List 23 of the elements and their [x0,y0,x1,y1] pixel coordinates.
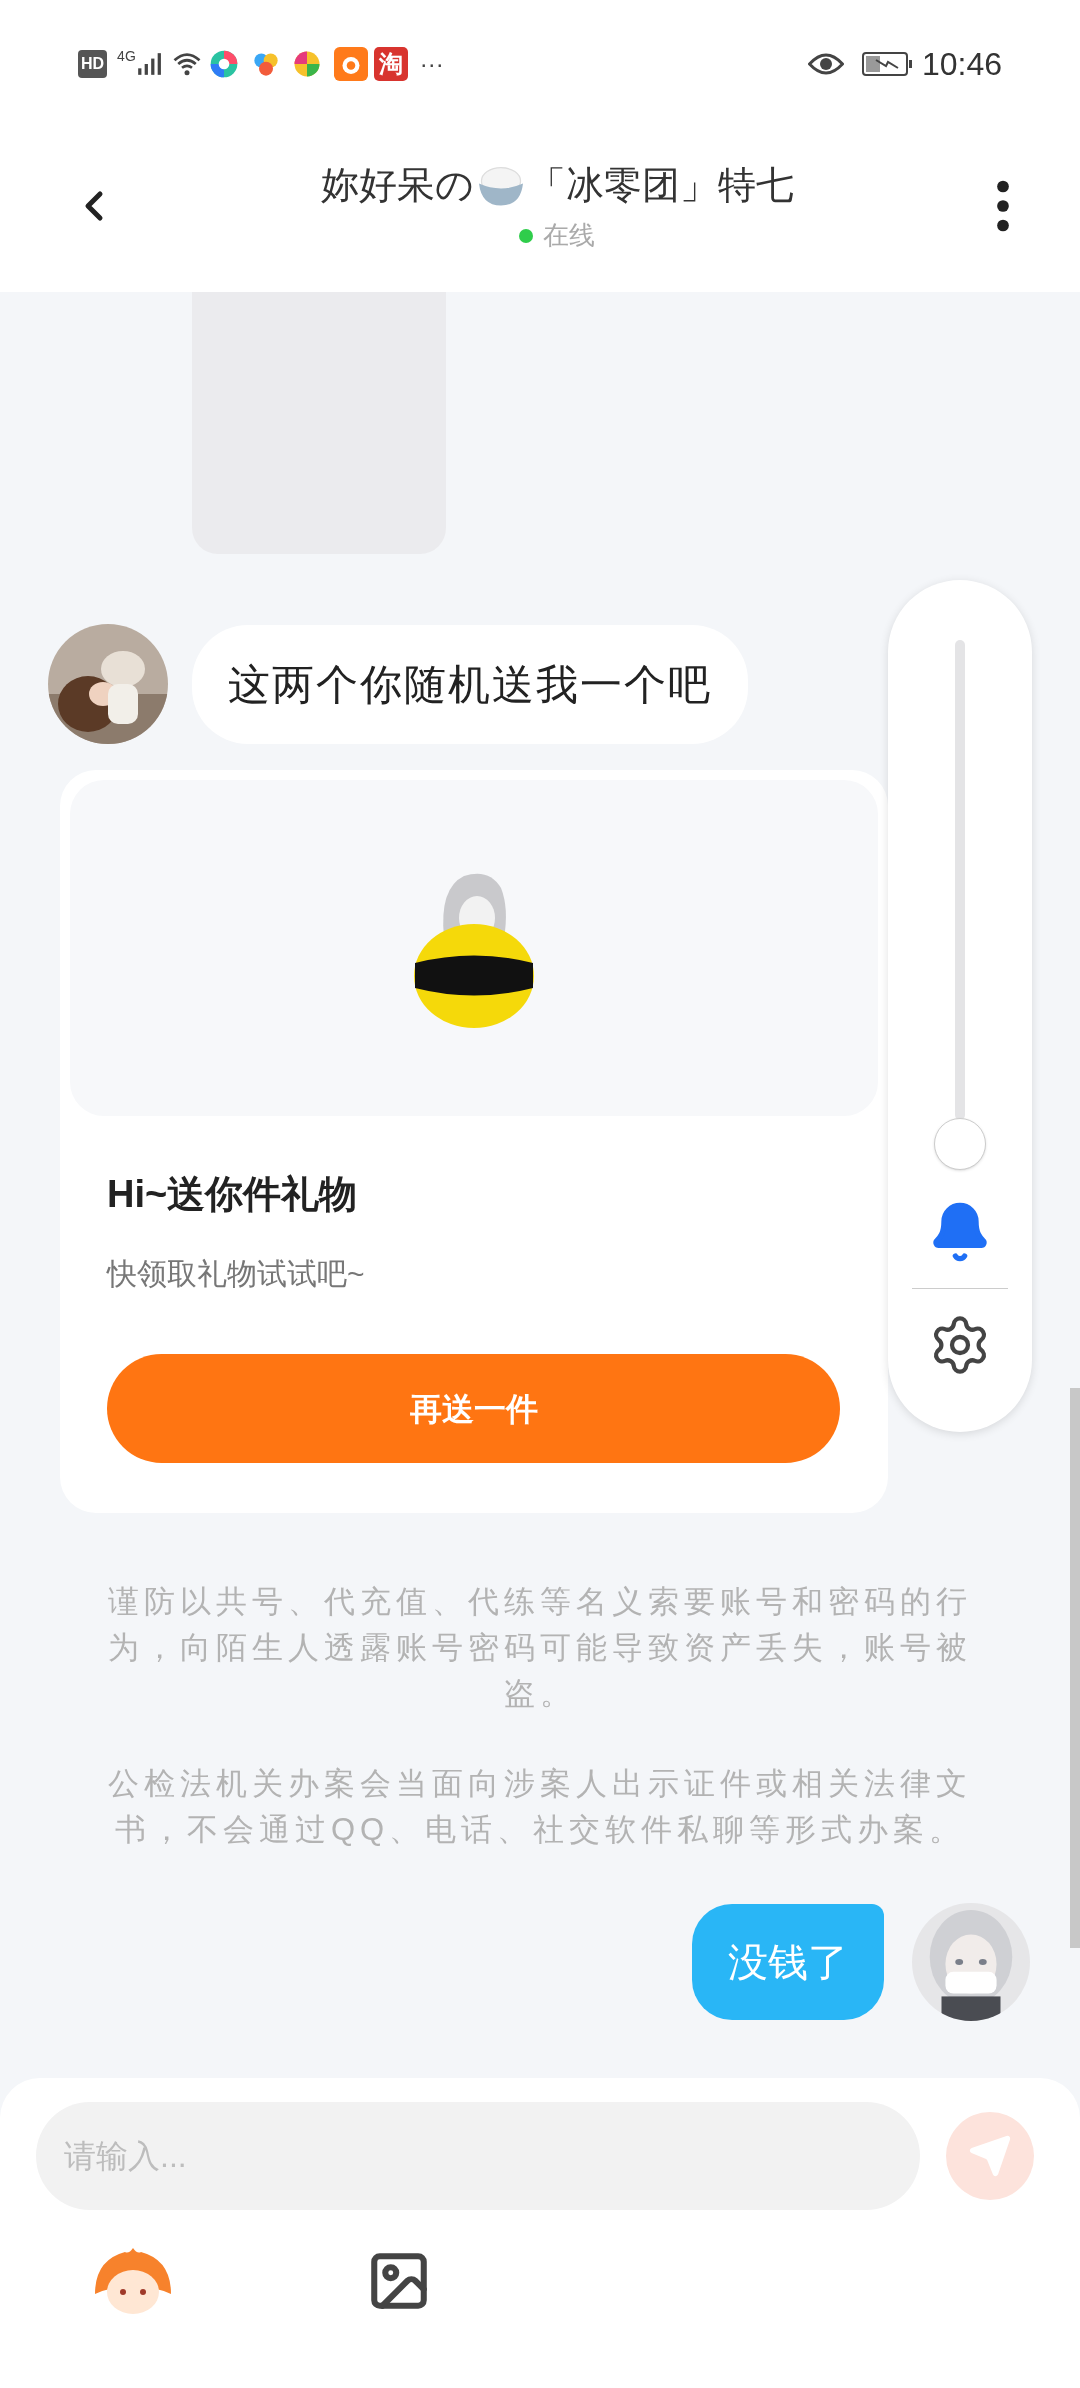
app-icon [333,47,368,81]
clock: 10:46 [921,45,1002,84]
more-notifications: ··· [419,49,444,79]
signal-icon [135,51,162,77]
more-icon[interactable] [996,180,1010,232]
message-bubble: 这两个你随机送我一个吧 [192,624,748,744]
chat-title: 妳好呆の [320,163,474,208]
send-icon [968,2134,1012,2178]
send-again-button[interactable]: 再送一件 [107,1354,840,1463]
slider-thumb[interactable] [934,1118,986,1170]
eye-icon [807,52,844,76]
chat-title: 「冰零团」特七 [527,163,794,208]
gift-subtitle: 快领取礼物试试吧~ [107,1256,366,1292]
hd-indicator: HD [78,50,108,78]
app-badge: 淘 [373,47,408,81]
volume-slider[interactable] [934,640,986,1170]
message-bubble: 没钱了 [692,1904,884,2020]
gift-title: Hi~送你件礼物 [107,1172,359,1217]
network-type: 4G [117,47,136,66]
online-status: 在线 [543,219,595,252]
safety-notice: 谨防以共号、代充值、代练等名义索要账号和密码的行为，向陌生人透露账号密码可能导致资产丢失，账号被盗。 [107,1583,973,1713]
battery-icon [861,52,914,76]
safety-notice: 公检法机关办案会当面向涉案人出示证件或相关法律文书，不会通过QQ、电话、社交软件私聊等形式办案。 [107,1765,973,1849]
